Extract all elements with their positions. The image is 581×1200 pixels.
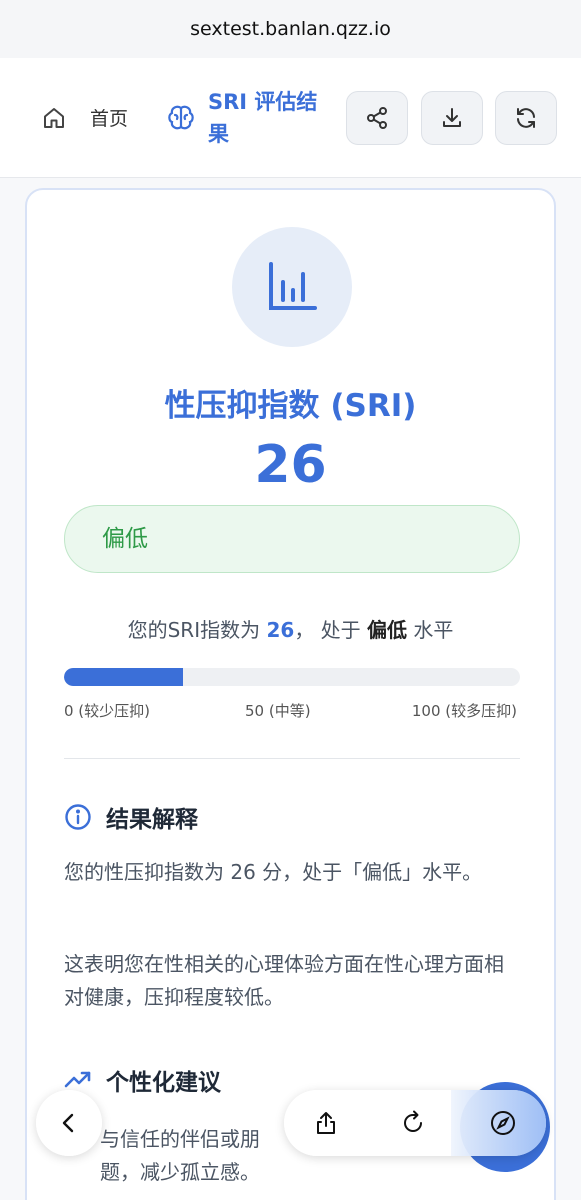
advice-heading-text: 个性化建议 xyxy=(106,1070,221,1096)
refresh-button[interactable] xyxy=(495,91,557,145)
score-progress-fill xyxy=(64,668,183,686)
back-icon xyxy=(62,1113,74,1133)
score-title: 性压抑指数 (SRI) xyxy=(164,388,417,424)
summary-suffix: 水平 xyxy=(413,618,454,642)
advice-heading: 个性化建议 xyxy=(64,1063,221,1097)
download-button[interactable] xyxy=(421,91,483,145)
score-progress-bar xyxy=(64,668,520,686)
score-summary: 您的SRI指数为 26， 处于 偏低 水平 xyxy=(27,614,554,643)
info-icon xyxy=(65,804,91,830)
share-icon xyxy=(317,1112,335,1134)
brain-icon xyxy=(168,105,194,130)
hero-icon-circle xyxy=(232,227,352,347)
summary-score: 26 xyxy=(266,618,295,642)
interpretation-paragraph-1: 您的性压抑指数为 26 分，处于「偏低」水平。 xyxy=(64,860,483,884)
section-divider xyxy=(64,758,520,759)
browser-back-button[interactable] xyxy=(36,1090,102,1156)
summary-middle: ， 处于 xyxy=(294,618,361,642)
interpretation-paragraph-2: 这表明您在性相关的心理体验方面在性心理方面相对健康，压抑程度较低。 xyxy=(64,952,504,1009)
browser-share-button[interactable] xyxy=(302,1099,350,1147)
browser-url-bar[interactable]: sextest.banlan.qzz.io xyxy=(0,0,581,58)
url-text: sextest.banlan.qzz.io xyxy=(190,18,391,40)
browser-reload-button[interactable] xyxy=(389,1099,437,1147)
share-button[interactable] xyxy=(346,91,408,145)
download-icon xyxy=(443,108,461,127)
result-card: 性压抑指数 (SRI) 26 偏低 您的SRI指数为 26， 处于 偏低 水平 … xyxy=(25,188,556,1200)
top-navigation: 首页 SRI 评估结果 xyxy=(0,58,581,178)
interpretation-heading-text: 结果解释 xyxy=(106,807,198,833)
interpretation-heading: 结果解释 xyxy=(64,800,198,834)
bar-chart-icon xyxy=(269,262,317,310)
level-badge: 偏低 xyxy=(64,505,520,573)
nav-current-page[interactable]: SRI 评估结果 xyxy=(208,86,333,150)
advice-item-1-text-line2: 题，减少孤立感。 xyxy=(100,1160,260,1184)
summary-level: 偏低 xyxy=(367,618,408,642)
summary-prefix: 您的SRI指数为 xyxy=(127,618,261,642)
home-icon[interactable] xyxy=(42,106,66,130)
compass-icon xyxy=(491,1111,515,1135)
advice-item-1-text: 与信任的伴侣或朋 xyxy=(100,1127,260,1151)
browser-compass-button[interactable] xyxy=(479,1099,527,1147)
score-value: 26 xyxy=(254,435,327,495)
scale-high-label: 100 (较多压抑) xyxy=(411,702,517,720)
scale-low-label: 0 (较少压抑) xyxy=(64,702,151,720)
browser-toolbar xyxy=(284,1090,546,1156)
scale-mid-label: 50 (中等) xyxy=(245,702,311,720)
share-icon xyxy=(367,107,387,129)
refresh-icon xyxy=(517,108,535,128)
nav-home-link[interactable]: 首页 xyxy=(90,104,128,131)
reload-icon xyxy=(404,1110,422,1132)
